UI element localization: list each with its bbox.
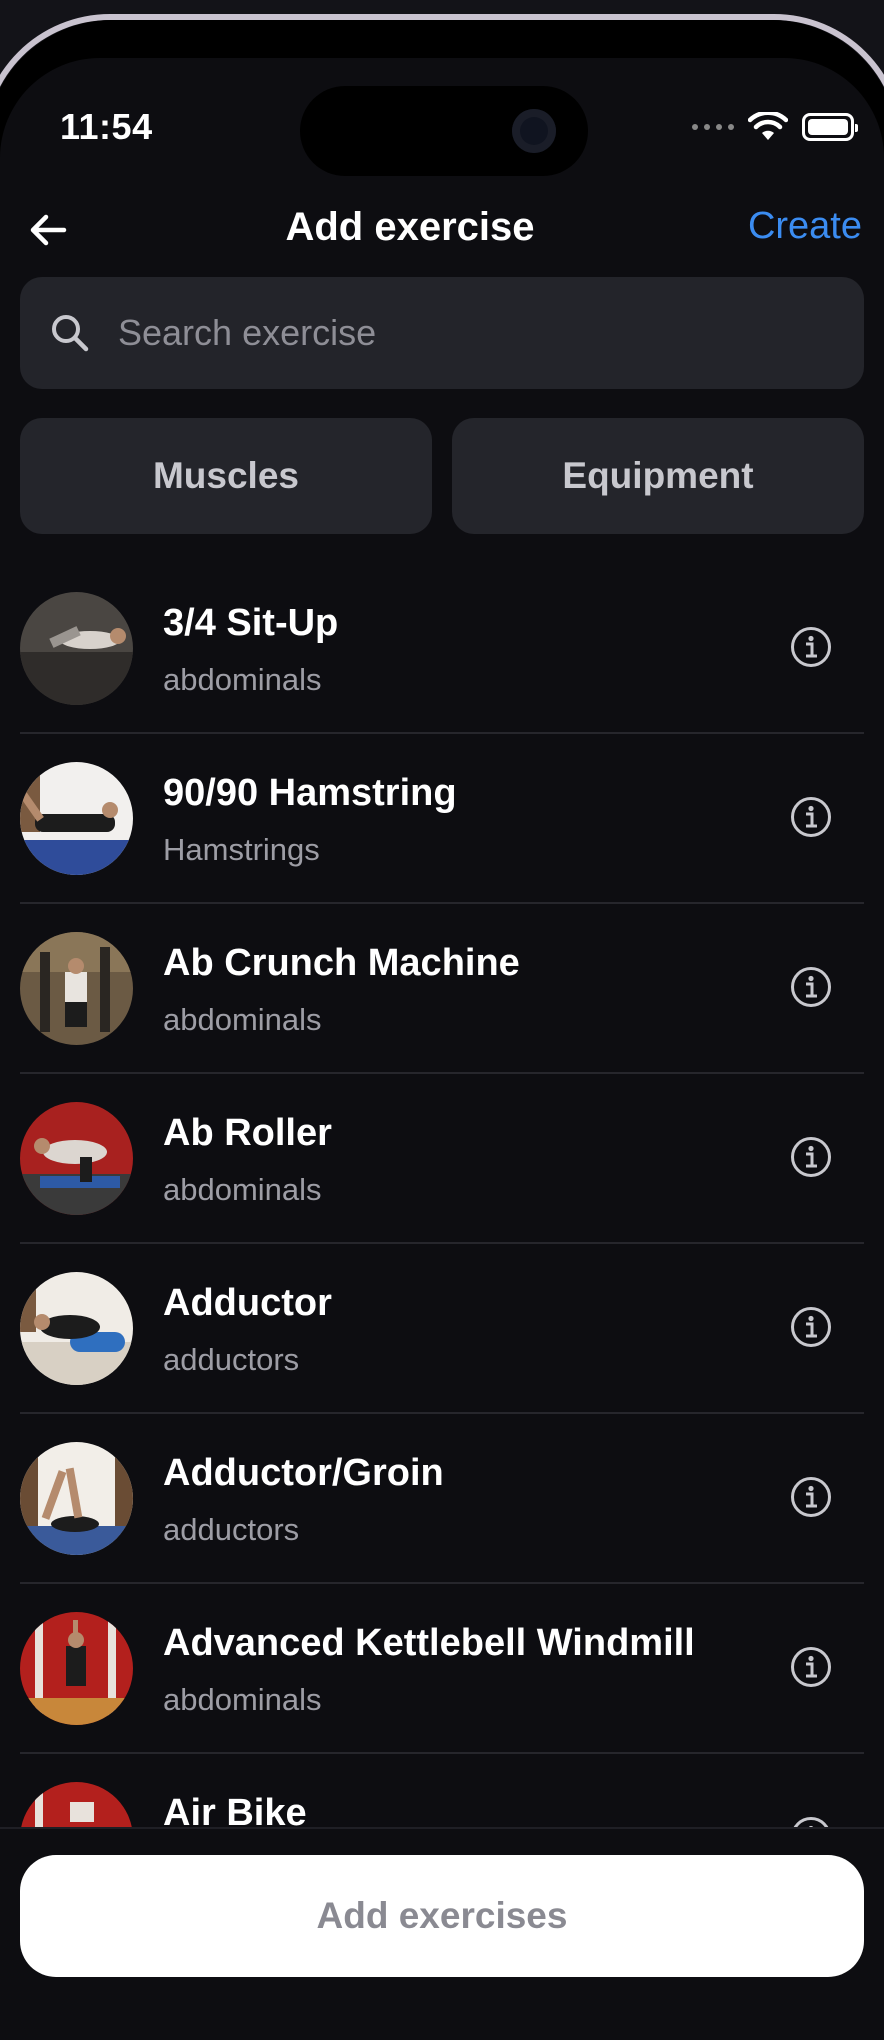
search-input[interactable] xyxy=(116,311,800,355)
status-icons xyxy=(692,112,858,142)
exercise-thumbnail xyxy=(20,762,133,875)
create-button[interactable]: Create xyxy=(748,205,862,248)
list-item[interactable]: Advanced Kettlebell Windmill abdominals xyxy=(20,1584,864,1754)
exercise-list: 3/4 Sit-Up abdominals 90/90 Hamstring Ha… xyxy=(20,564,864,1924)
list-item[interactable]: Adductor/Groin adductors xyxy=(20,1414,864,1584)
info-icon[interactable] xyxy=(790,966,832,1008)
list-item[interactable]: 3/4 Sit-Up abdominals xyxy=(20,564,864,734)
exercise-thumbnail xyxy=(20,1102,133,1215)
muscles-filter-button[interactable]: Muscles xyxy=(20,418,432,534)
exercise-thumbnail xyxy=(20,932,133,1045)
search-icon xyxy=(52,315,89,352)
exercise-thumbnail xyxy=(20,1272,133,1385)
equipment-filter-button[interactable]: Equipment xyxy=(452,418,864,534)
exercise-name: Adductor/Groin xyxy=(163,1452,444,1494)
page-title: Add exercise xyxy=(285,205,535,249)
exercise-muscle: abdominals xyxy=(163,662,322,697)
battery-icon xyxy=(802,113,858,141)
list-item[interactable]: 90/90 Hamstring Hamstrings xyxy=(20,734,864,904)
info-icon[interactable] xyxy=(790,1136,832,1178)
camera-icon xyxy=(512,109,556,153)
status-time: 11:54 xyxy=(60,106,153,147)
list-item[interactable]: Ab Roller abdominals xyxy=(20,1074,864,1244)
exercise-thumbnail xyxy=(20,592,133,705)
exercise-muscle: abdominals xyxy=(163,1002,322,1037)
exercise-name: Adductor xyxy=(163,1282,332,1324)
exercise-muscle: adductors xyxy=(163,1342,300,1377)
exercise-thumbnail xyxy=(20,1442,133,1555)
list-item[interactable]: Adductor adductors xyxy=(20,1244,864,1414)
info-icon[interactable] xyxy=(790,1476,832,1518)
add-exercises-button[interactable]: Add exercises xyxy=(20,1855,864,1977)
exercise-thumbnail xyxy=(20,1612,133,1725)
exercise-name: 90/90 Hamstring xyxy=(163,772,457,814)
info-icon[interactable] xyxy=(790,796,832,838)
exercise-name: Ab Crunch Machine xyxy=(163,942,520,984)
search-bar[interactable] xyxy=(20,277,864,389)
exercise-name: Advanced Kettlebell Windmill xyxy=(163,1622,695,1664)
list-item[interactable]: Ab Crunch Machine abdominals xyxy=(20,904,864,1074)
wifi-icon xyxy=(748,112,788,140)
exercise-name: Ab Roller xyxy=(163,1112,332,1154)
filter-row: Muscles Equipment xyxy=(20,418,864,534)
exercise-muscle: adductors xyxy=(163,1512,300,1547)
info-icon[interactable] xyxy=(790,1646,832,1688)
exercise-muscle: Hamstrings xyxy=(163,832,320,867)
exercise-muscle: abdominals xyxy=(163,1172,322,1207)
exercise-muscle: abdominals xyxy=(163,1682,322,1717)
info-icon[interactable] xyxy=(790,626,832,668)
signal-dots-icon xyxy=(692,124,734,130)
exercise-name: 3/4 Sit-Up xyxy=(163,602,339,644)
info-icon[interactable] xyxy=(790,1306,832,1348)
